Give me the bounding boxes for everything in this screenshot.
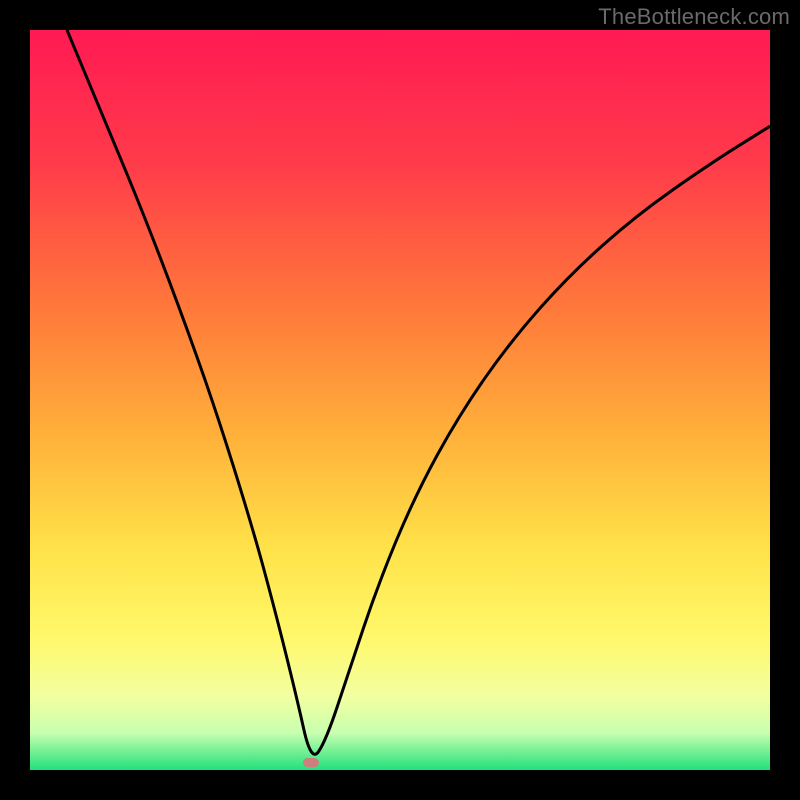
curve-path <box>67 30 770 754</box>
optimal-marker <box>303 758 319 767</box>
bottleneck-curve <box>30 30 770 770</box>
watermark-text: TheBottleneck.com <box>598 4 790 30</box>
chart-frame: TheBottleneck.com <box>0 0 800 800</box>
plot-area <box>30 30 770 770</box>
